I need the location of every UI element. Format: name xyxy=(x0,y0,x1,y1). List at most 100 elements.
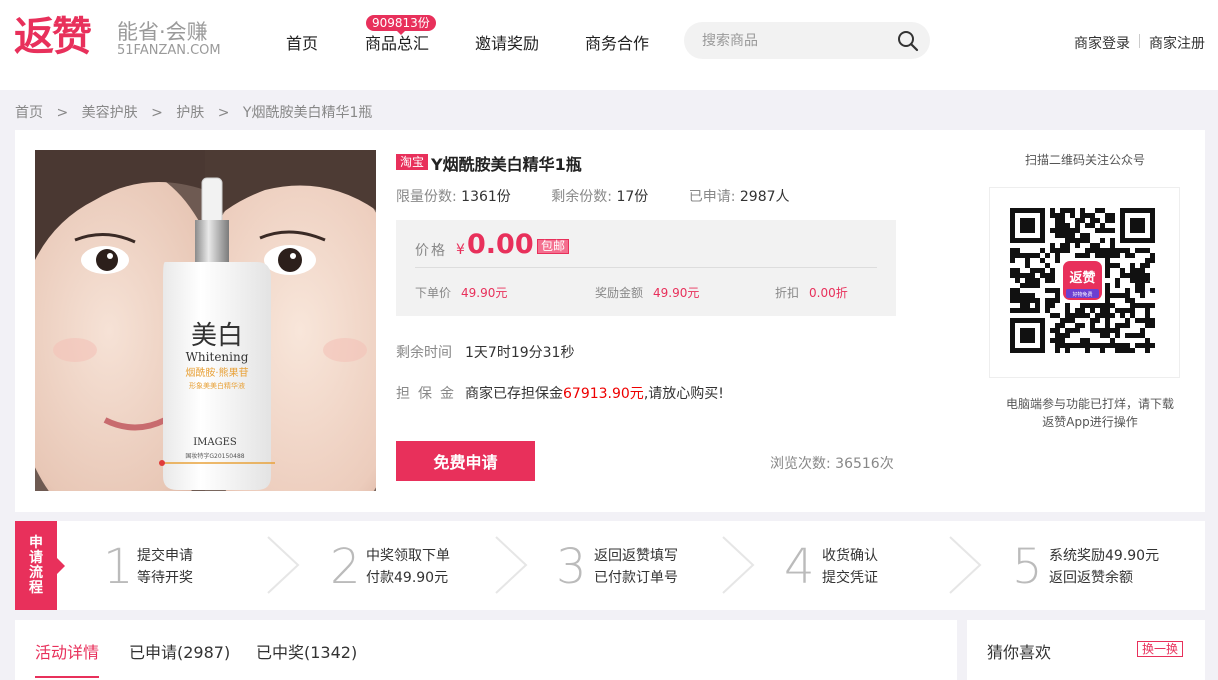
search-input[interactable] xyxy=(702,30,882,51)
flow-tag-char: 流 xyxy=(29,565,43,581)
free-apply-button[interactable]: 免费申请 xyxy=(396,441,535,481)
qr-center-logo: 返赞 xyxy=(1069,270,1095,286)
qr-code-image: 返赞好物免费 xyxy=(1010,208,1155,353)
remaining-value: 17份 xyxy=(616,189,649,205)
deposit-suffix: ,请放心购买! xyxy=(643,386,724,402)
step-text: 返回返赞填写 已付款订单号 xyxy=(594,545,678,589)
step-line2: 返回返赞余额 xyxy=(1049,570,1133,586)
refresh-recommendations-button[interactable]: 换一换 xyxy=(1137,641,1184,657)
step-number: 5 xyxy=(1012,539,1043,595)
remaining-time-label: 剩余时间 xyxy=(396,345,452,361)
bottle-label-sub: Whitening xyxy=(186,350,249,364)
deposit-text: 商家已存担保金67913.90元,请放心购买! xyxy=(465,383,724,403)
nav-business[interactable]: 商务合作 xyxy=(585,30,649,54)
active-tab-indicator xyxy=(35,676,99,678)
detail-tabs: 活动详情 已申请(2987) 已中奖(1342) xyxy=(15,620,957,680)
merchant-register-link[interactable]: 商家注册 xyxy=(1149,33,1205,53)
header-divider xyxy=(1139,34,1140,48)
product-image: 美白 Whitening 烟酰胺·熊果苷 形象美美白精华液 IMAGES 国妆特… xyxy=(35,150,376,491)
search-icon[interactable] xyxy=(897,30,919,52)
breadcrumb-beauty[interactable]: 美容护肤 xyxy=(82,105,138,121)
search-bar xyxy=(684,22,930,59)
nav-home[interactable]: 首页 xyxy=(286,30,318,54)
breadcrumb-current: Y烟酰胺美白精华1瓶 xyxy=(242,105,373,121)
logo-slogan: 能省·会赚 xyxy=(117,20,208,44)
price-label: 价格 xyxy=(415,243,447,259)
tab-activity-details[interactable]: 活动详情 xyxy=(35,639,99,663)
step-line2: 提交凭证 xyxy=(822,570,878,586)
flow-tag-char: 请 xyxy=(29,550,43,566)
limit-value: 1361份 xyxy=(461,189,511,205)
qr-note: 电脑端参与功能已打烊，请下载 返赞App进行操作 xyxy=(990,395,1190,431)
chevron-right-icon xyxy=(267,536,300,594)
flow-tag-char: 程 xyxy=(29,580,43,596)
breadcrumb-separator: > xyxy=(151,105,163,121)
view-count: 浏览次数: 36516次 xyxy=(770,453,894,473)
tab-winners[interactable]: 已中奖(1342) xyxy=(256,639,357,663)
chevron-right-icon xyxy=(949,536,982,594)
step-number: 2 xyxy=(330,539,361,595)
product-stats: 限量份数: 1361份 剩余份数: 17份 已申请: 2987人 xyxy=(396,186,790,206)
merchant-login-link[interactable]: 商家登录 xyxy=(1074,33,1130,53)
step-line1: 提交申请 xyxy=(137,548,193,564)
step-line1: 返回返赞填写 xyxy=(594,548,678,564)
breadcrumb-home[interactable]: 首页 xyxy=(15,105,43,121)
qr-note-line1: 电脑端参与功能已打烊，请下载 xyxy=(1005,397,1174,411)
applied-value: 2987人 xyxy=(739,189,790,205)
step-line2: 付款49.90元 xyxy=(366,570,449,586)
discount-value: 0.00折 xyxy=(809,286,848,300)
applied-label: 已申请: xyxy=(688,189,736,205)
step-line2: 等待开奖 xyxy=(137,570,193,586)
nav-products[interactable]: 商品总汇 xyxy=(365,30,429,54)
step-number: 3 xyxy=(556,539,587,595)
flow-tag: 申 请 流 程 xyxy=(15,521,65,610)
breadcrumb: 首页 > 美容护肤 > 护肤 > Y烟酰胺美白精华1瓶 xyxy=(15,102,381,122)
discount-label: 折扣 xyxy=(775,286,800,300)
source-badge-taobao: 淘宝 xyxy=(396,154,429,170)
bottle-reg: 国妆特字G20150488 xyxy=(185,452,244,460)
price-divider xyxy=(415,267,877,268)
application-flow: 申 请 流 程 1 提交申请 等待开奖 2 中奖领取下单 付款49.90元 3 … xyxy=(15,521,1205,610)
breadcrumb-skincare[interactable]: 护肤 xyxy=(176,105,204,121)
chevron-right-icon xyxy=(722,536,755,594)
step-number: 4 xyxy=(784,539,815,595)
price-value: 0.00 xyxy=(467,229,534,260)
step-text: 收货确认 提交凭证 xyxy=(822,545,878,589)
reward-amount: 奖励金额 49.90元 xyxy=(595,284,699,301)
deposit-amount: 67913.90元 xyxy=(563,386,644,402)
qr-note-line2: 返赞App进行操作 xyxy=(1042,415,1138,429)
qr-code: 返赞 好物免费 xyxy=(989,187,1180,378)
price-box: 价格 ¥ 0.00 包邮 下单价 49.90元 奖励金额 49.90元 折扣 0.00… xyxy=(396,220,896,316)
discount: 折扣 0.00折 xyxy=(775,284,848,301)
product-title: Y烟酰胺美白精华1瓶 xyxy=(431,155,582,174)
qr-center-sublabel: 好物免费 xyxy=(1072,291,1092,298)
step-line1: 系统奖励49.90元 xyxy=(1049,548,1160,564)
deposit-prefix: 商家已存担保金 xyxy=(465,386,563,402)
reward-value: 49.90元 xyxy=(653,286,700,300)
step-text: 提交申请 等待开奖 xyxy=(137,545,193,589)
recommendations-title: 猜你喜欢 xyxy=(987,643,1052,662)
breadcrumb-separator: > xyxy=(217,105,230,121)
logo-domain: 51FANZAN.COM xyxy=(117,43,221,58)
site-header: 返赞 能省·会赚 51FANZAN.COM 首页 909813份 商品总汇 邀请… xyxy=(0,0,1218,90)
product-panel: 美白 Whitening 烟酰胺·熊果苷 形象美美白精华液 IMAGES 国妆特… xyxy=(15,130,1205,512)
bottle-label-main: 美白 xyxy=(191,321,243,351)
logo-mark: 返赞 xyxy=(14,14,92,60)
product-photo: 美白 Whitening 烟酰胺·熊果苷 形象美美白精华液 IMAGES 国妆特… xyxy=(35,150,376,491)
limit-label: 限量份数: xyxy=(396,189,457,205)
free-shipping-badge: 包邮 xyxy=(537,239,570,254)
chevron-right-icon xyxy=(495,536,528,594)
view-count-label: 浏览次数: xyxy=(770,456,831,472)
view-count-value: 36516次 xyxy=(835,456,894,472)
bottle-label-ingredients: 烟酰胺·熊果苷 xyxy=(185,366,248,379)
step-line2: 已付款订单号 xyxy=(594,570,678,586)
remaining-label: 剩余份数: xyxy=(551,189,612,205)
step-text: 中奖领取下单 付款49.90元 xyxy=(366,545,450,589)
price-currency: ¥ xyxy=(456,242,465,258)
qr-title: 扫描二维码关注公众号 xyxy=(1024,153,1145,167)
deposit-label: 担保金 xyxy=(396,386,462,402)
nav-invite[interactable]: 邀请奖励 xyxy=(475,30,539,54)
breadcrumb-separator: > xyxy=(56,105,69,121)
tab-applied[interactable]: 已申请(2987) xyxy=(129,639,230,663)
step-text: 系统奖励49.90元 返回返赞余额 xyxy=(1049,545,1159,589)
